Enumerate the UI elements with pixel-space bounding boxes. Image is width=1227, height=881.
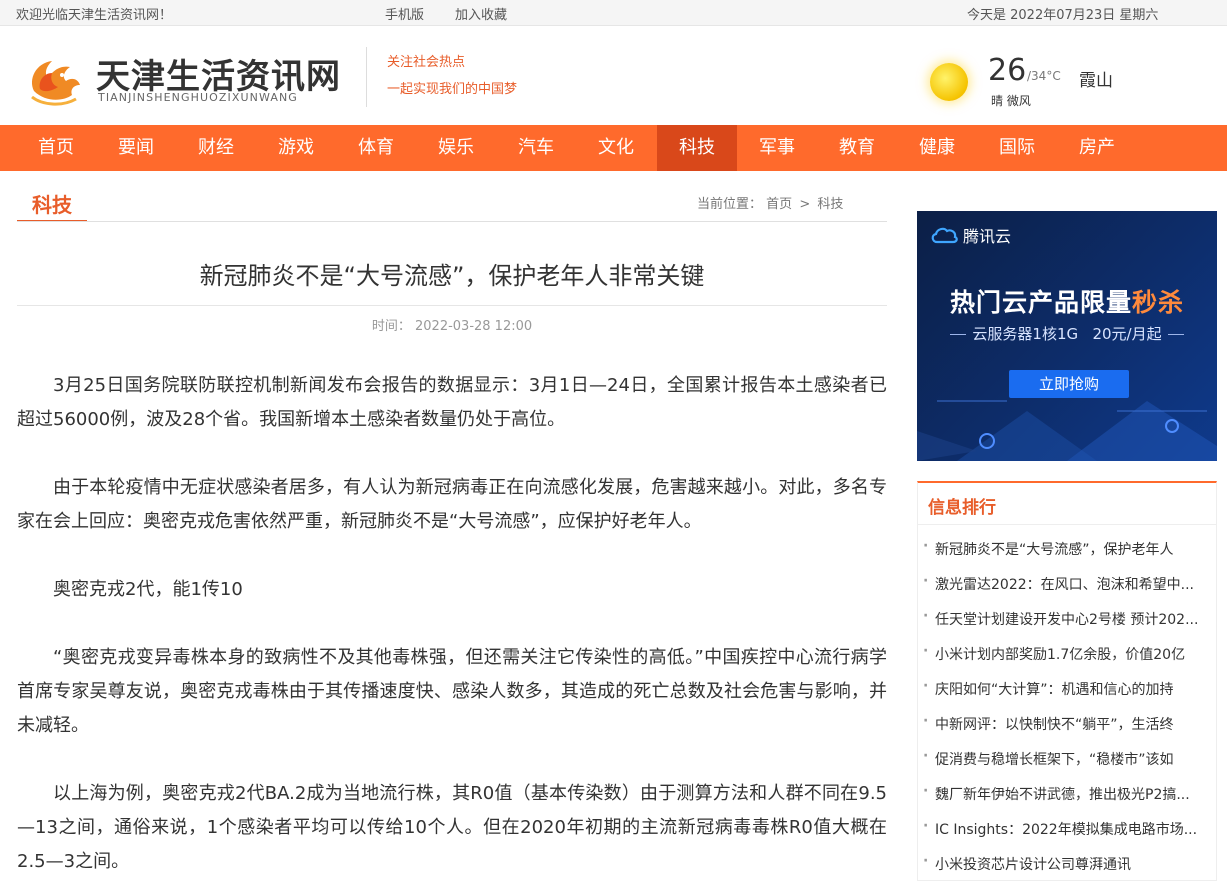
sunny-weather-icon: [930, 63, 968, 101]
nav-item-military[interactable]: 军事: [737, 125, 817, 171]
ad-headline-highlight: 秒杀: [1132, 288, 1185, 317]
nav-item-entertainment[interactable]: 娱乐: [416, 125, 496, 171]
ad-brand: 腾讯云: [929, 223, 1011, 247]
nav-item-auto[interactable]: 汽车: [496, 125, 576, 171]
ad-subline: 云服务器1核1G 20元/月起: [917, 323, 1217, 344]
temperature-range: /34°C: [1027, 69, 1061, 83]
ranking-divider: [918, 524, 1216, 525]
ad-sub-left: 云服务器1核1G: [972, 325, 1079, 343]
breadcrumb-label: 当前位置：: [697, 197, 763, 212]
current-date: 今天是 2022年07月23日 星期六: [967, 8, 1159, 23]
breadcrumb-current-link[interactable]: 科技: [817, 197, 843, 212]
weather-city: 霞山: [1079, 71, 1113, 91]
add-favorite-link[interactable]: 加入收藏: [455, 4, 507, 23]
nav-item-culture[interactable]: 文化: [576, 125, 656, 171]
ranking-panel: 信息排行 新冠肺炎不是“大号流感”，保护老年人 激光雷达2022：在风口、泡沫和…: [917, 481, 1217, 881]
weather-description: 晴 微风: [991, 94, 1031, 108]
tencent-cloud-icon: [931, 227, 958, 244]
ranking-item[interactable]: 庆阳如何“大计算”：机遇和信心的加持: [923, 679, 1211, 699]
breadcrumb-home-link[interactable]: 首页: [766, 197, 792, 212]
ranking-item[interactable]: 小米投资芯片设计公司尊湃通讯: [923, 854, 1211, 874]
publish-time: 2022-03-28 12:00: [415, 319, 533, 334]
article-paragraph: 由于本轮疫情中无症状感染者居多，有人认为新冠病毒正在向流感化发展，危害越来越小。…: [17, 477, 887, 532]
article-paragraph: “奥密克戎变异毒株本身的致病性不及其他毒株强，但还需关注它传染性的高低。”中国疾…: [17, 647, 887, 736]
section-title: 科技: [17, 186, 87, 222]
nav-item-finance[interactable]: 财经: [176, 125, 256, 171]
ad-headline: 热门云产品限量秒杀: [917, 283, 1217, 319]
site-pinyin: TIANJINSHENGHUOZIXUNWANG: [98, 91, 298, 104]
mobile-version-link[interactable]: 手机版: [385, 4, 424, 23]
ad-decoration: [917, 400, 1217, 461]
slogan-line-2: 一起实现我们的中国梦: [387, 82, 518, 97]
article-subheading: 奥密克戎2代，能1传10: [53, 579, 243, 600]
ranking-item[interactable]: 小米计划内部奖励1.7亿余股，价值20亿: [923, 644, 1211, 664]
ranking-item[interactable]: 激光雷达2022：在风口、泡沫和希望中...: [923, 574, 1211, 594]
title-divider: [17, 305, 887, 306]
ad-brand-name: 腾讯云: [963, 227, 1012, 246]
nav-item-sports[interactable]: 体育: [336, 125, 416, 171]
nav-item-education[interactable]: 教育: [817, 125, 897, 171]
ranking-item[interactable]: IC Insights：2022年模拟集成电路市场...: [923, 819, 1211, 839]
section-divider: [17, 221, 887, 222]
nav-item-health[interactable]: 健康: [897, 125, 977, 171]
nav-item-games[interactable]: 游戏: [256, 125, 336, 171]
breadcrumb: 当前位置： 首页 > 科技: [697, 193, 843, 212]
top-bar: 欢迎光临天津生活资讯网！ 手机版 加入收藏 今天是 2022年07月23日 星期…: [0, 0, 1227, 26]
welcome-text: 欢迎光临天津生活资讯网！: [16, 8, 173, 23]
nav-item-realestate[interactable]: 房产: [1057, 125, 1137, 171]
nav-item-international[interactable]: 国际: [977, 125, 1057, 171]
nav-item-tech[interactable]: 科技: [657, 125, 737, 171]
ranking-item[interactable]: 中新网评：以快制快不“躺平”，生活终: [923, 714, 1211, 734]
nav-item-home[interactable]: 首页: [16, 125, 96, 171]
time-label: 时间：: [371, 319, 411, 334]
ad-buy-button[interactable]: 立即抢购: [1009, 370, 1129, 398]
ranking-item[interactable]: 任天堂计划建设开发中心2号楼 预计202...: [923, 609, 1211, 629]
article-paragraph: 以上海为例，奥密克戎2代BA.2成为当地流行株，其R0值（基本传染数）由于测算方…: [17, 783, 887, 872]
slogan-line-1: 关注社会热点: [387, 55, 466, 70]
tencent-cloud-ad[interactable]: 腾讯云 热门云产品限量秒杀 云服务器1核1G 20元/月起 立即抢购: [917, 211, 1217, 461]
article-title: 新冠肺炎不是“大号流感”，保护老年人非常关键: [199, 262, 705, 290]
ad-headline-main: 热门云产品限量: [949, 288, 1132, 317]
ranking-title: 信息排行: [928, 498, 996, 518]
site-header: 天津生活资讯网 TIANJINSHENGHUOZIXUNWANG 关注社会热点 …: [0, 27, 1227, 125]
logo-dragon-icon[interactable]: [22, 51, 86, 109]
ranking-item[interactable]: 促消费与稳增长框架下，“稳楼市”该如: [923, 749, 1211, 769]
article-paragraph: 3月25日国务院联防联控机制新闻发布会报告的数据显示：3月1日—24日，全国累计…: [17, 375, 887, 430]
breadcrumb-separator: >: [799, 197, 811, 212]
current-temperature: 26: [988, 53, 1027, 88]
article-meta: 时间： 2022-03-28 12:00: [17, 315, 887, 334]
nav-item-news[interactable]: 要闻: [96, 125, 176, 171]
main-nav: 首页 要闻 财经 游戏 体育 娱乐 汽车 文化 科技 军事 教育 健康 国际 房…: [0, 125, 1227, 171]
ranking-item[interactable]: 魏厂新年伊始不讲武德，推出极光P2搞...: [923, 784, 1211, 804]
header-divider: [366, 47, 367, 107]
ranking-item[interactable]: 新冠肺炎不是“大号流感”，保护老年人: [923, 539, 1211, 559]
ad-sub-right: 20元/月起: [1092, 325, 1162, 343]
